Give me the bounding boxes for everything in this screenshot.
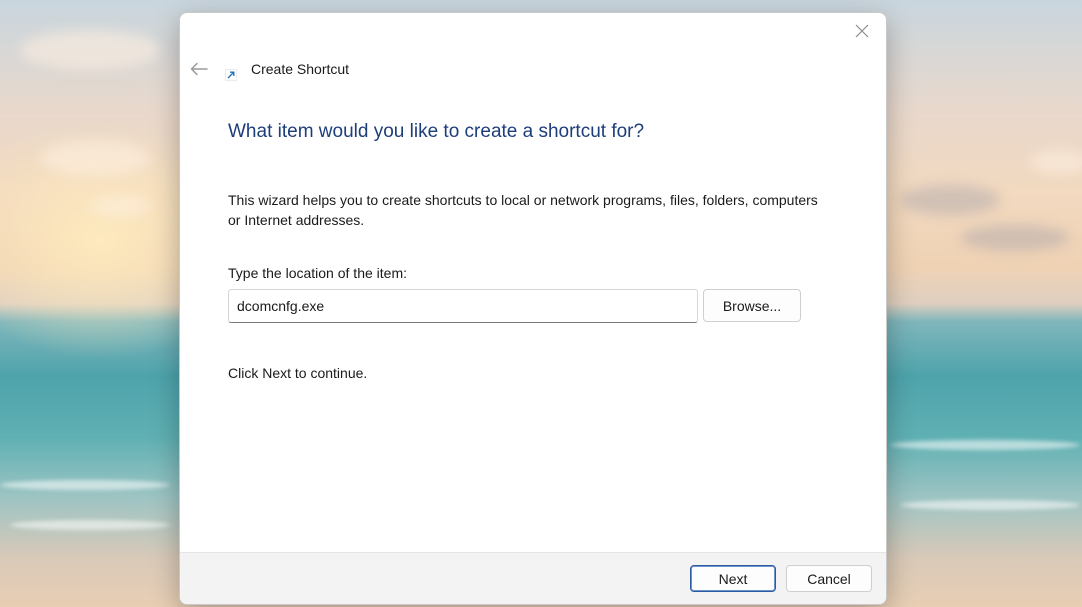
wallpaper-wave [10, 520, 170, 530]
location-label: Type the location of the item: [228, 265, 407, 281]
wallpaper-wave [0, 480, 170, 490]
dialog-title: Create Shortcut [251, 61, 350, 77]
close-icon [855, 24, 869, 38]
desktop-wallpaper: Create Shortcut What item would you like… [0, 0, 1082, 607]
location-input[interactable] [228, 289, 698, 323]
wallpaper-wave [890, 440, 1080, 450]
page-heading: What item would you like to create a sho… [228, 121, 645, 142]
dialog-footer: Next Cancel [180, 552, 886, 604]
continue-instruction: Click Next to continue. [228, 365, 368, 381]
wallpaper-cloud [90, 195, 150, 217]
wallpaper-cloud [1030, 150, 1082, 174]
wallpaper-cloud [20, 30, 160, 70]
back-arrow-icon [190, 62, 208, 76]
close-button[interactable] [848, 19, 876, 43]
wallpaper-wave [900, 500, 1080, 510]
wizard-description: This wizard helps you to create shortcut… [228, 192, 818, 228]
shortcut-arrow-icon [225, 69, 237, 81]
browse-button[interactable]: Browse... [703, 289, 801, 322]
back-button[interactable] [186, 57, 212, 81]
cancel-button[interactable]: Cancel [786, 565, 872, 592]
next-button[interactable]: Next [690, 565, 776, 592]
wallpaper-cloud [960, 225, 1070, 251]
wallpaper-cloud [40, 140, 150, 176]
wallpaper-cloud [900, 185, 1000, 215]
create-shortcut-dialog: Create Shortcut What item would you like… [179, 12, 887, 605]
